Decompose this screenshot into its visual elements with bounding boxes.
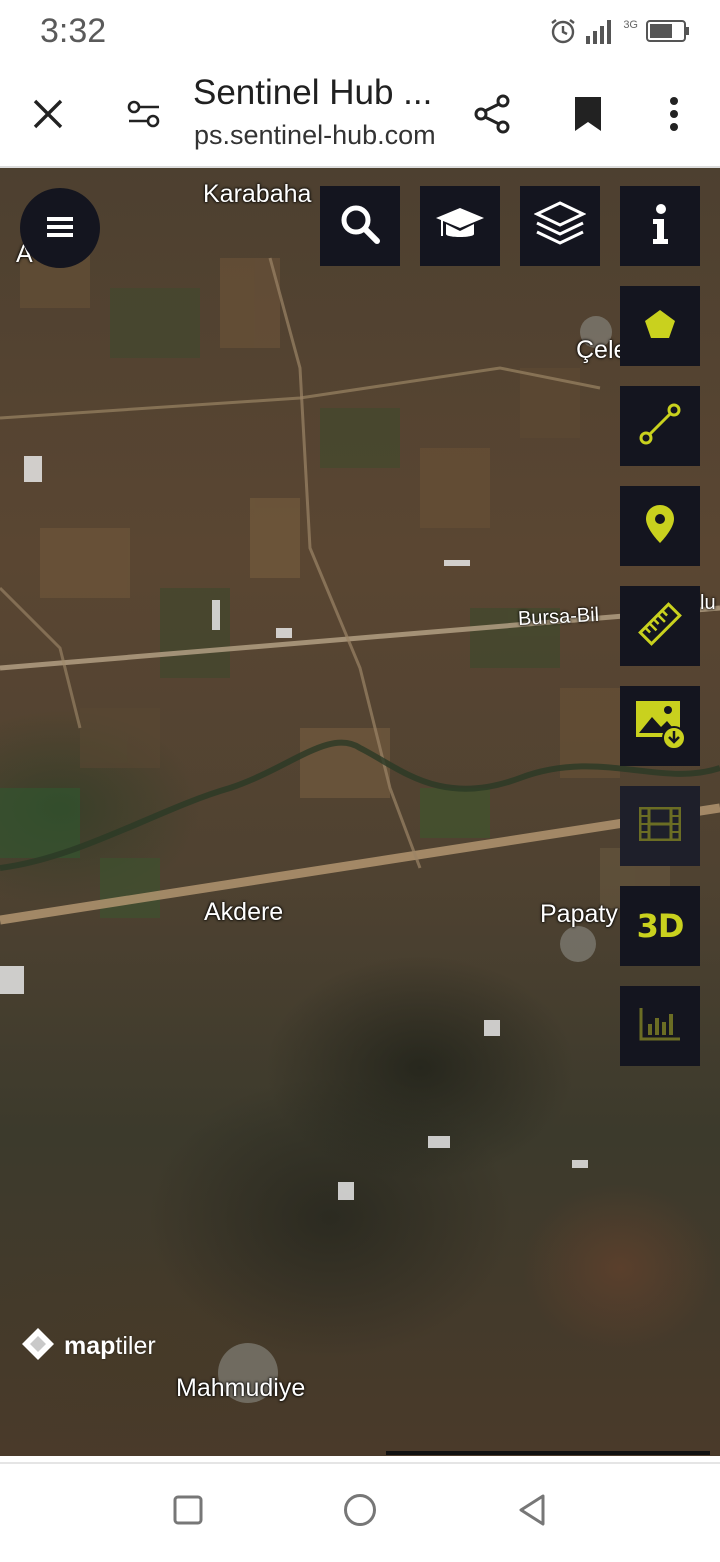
back-triangle-icon	[517, 1493, 547, 1531]
education-mode-button[interactable]	[420, 186, 500, 266]
timelapse-film-icon	[638, 806, 682, 845]
more-options-button[interactable]	[646, 88, 702, 144]
system-navigation-bar	[0, 1462, 720, 1562]
info-button[interactable]	[620, 186, 700, 266]
search-button[interactable]	[320, 186, 400, 266]
map-label-bursa-bilecik: Bursa-Bil	[517, 603, 600, 631]
recents-square-icon	[173, 1495, 203, 1529]
image-download-button[interactable]	[620, 686, 700, 766]
timelapse-button[interactable]	[620, 786, 700, 866]
map-scale-bar	[386, 1451, 710, 1455]
bookmark-icon	[573, 95, 603, 137]
poi-marker-icon	[645, 504, 675, 548]
bookmark-button[interactable]	[560, 88, 616, 144]
share-button[interactable]	[464, 88, 520, 144]
signal-icon	[585, 18, 615, 48]
satellite-map[interactable]: Karabaha A Çele Bursa-Bil lu Akdere Papa…	[0, 168, 720, 1456]
maptiler-logo-icon	[20, 1326, 56, 1366]
home-circle-icon	[343, 1493, 377, 1531]
map-label-karabahadir: Karabaha	[203, 180, 312, 208]
close-icon	[32, 98, 64, 134]
ruler-icon	[638, 602, 682, 650]
info-icon	[650, 203, 670, 249]
recents-button[interactable]	[160, 1484, 216, 1540]
page-title: Sentinel Hub ...	[193, 73, 433, 112]
layers-icon	[533, 200, 587, 252]
histogram-button[interactable]	[620, 986, 700, 1066]
share-icon	[473, 94, 511, 138]
layers-button[interactable]	[520, 186, 600, 266]
map-label-mahmudiye: Mahmudiye	[176, 1374, 306, 1402]
map-label-akdere: Akdere	[204, 898, 284, 926]
status-icons: 3G	[549, 16, 690, 50]
ruler-button[interactable]	[620, 586, 700, 666]
poi-marker-button[interactable]	[620, 486, 700, 566]
site-settings-icon	[127, 100, 161, 132]
image-download-icon	[634, 699, 686, 753]
back-button[interactable]	[504, 1484, 560, 1540]
network-type-label: 3G	[623, 19, 638, 31]
main-menu-button[interactable]	[20, 188, 100, 268]
battery-icon	[646, 19, 690, 47]
line-measure-icon	[638, 402, 682, 450]
custom-tab-toolbar: Sentinel Hub ... ps.sentinel-hub.com	[0, 66, 720, 168]
status-bar: 3:32 3G	[0, 0, 720, 66]
map-label-bursa-bilecik-suffix: lu	[700, 592, 716, 614]
close-button[interactable]	[20, 88, 76, 144]
site-settings-button[interactable]	[116, 88, 172, 144]
page-url: ps.sentinel-hub.com	[194, 120, 436, 150]
3d-view-icon: 3D	[636, 907, 685, 945]
polygon-aoi-button[interactable]	[620, 286, 700, 366]
alarm-icon	[549, 17, 577, 49]
maptiler-text: maptiler	[64, 1331, 156, 1360]
home-button[interactable]	[332, 1484, 388, 1540]
map-label-papatya: Papaty	[540, 900, 618, 928]
line-measure-button[interactable]	[620, 386, 700, 466]
hamburger-menu-icon	[47, 216, 73, 242]
maptiler-attribution[interactable]: maptiler	[20, 1326, 156, 1366]
3d-view-button[interactable]: 3D	[620, 886, 700, 966]
status-time: 3:32	[40, 12, 107, 50]
education-mode-icon	[434, 204, 486, 248]
more-options-icon	[669, 96, 679, 136]
search-icon	[339, 203, 381, 249]
histogram-chart-icon	[638, 1006, 682, 1046]
polygon-aoi-icon	[644, 309, 676, 343]
